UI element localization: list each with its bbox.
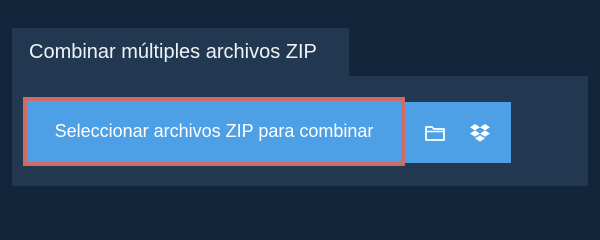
- page-title: Combinar múltiples archivos ZIP: [12, 28, 349, 76]
- select-files-label: Seleccionar archivos ZIP para combinar: [54, 121, 374, 141]
- select-files-button[interactable]: Seleccionar archivos ZIP para combinar: [23, 97, 405, 166]
- dropbox-icon: [469, 123, 491, 143]
- folder-icon: [424, 124, 446, 142]
- open-folder-button[interactable]: [405, 102, 455, 163]
- dropbox-button[interactable]: [455, 102, 511, 163]
